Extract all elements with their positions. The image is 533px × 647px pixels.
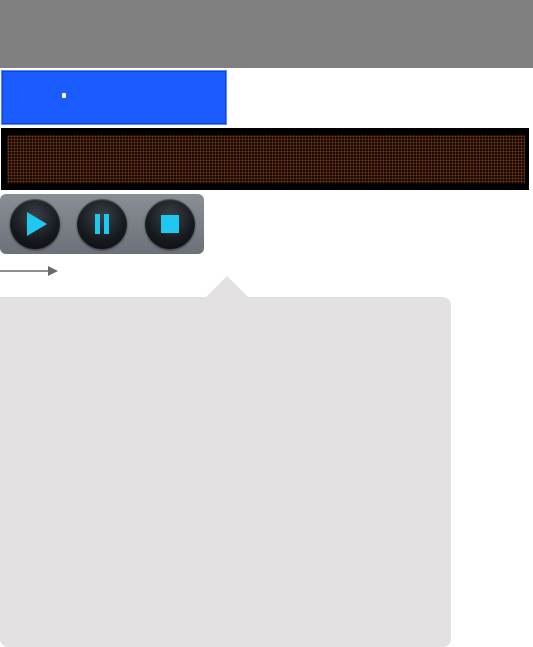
arrow-right-icon	[0, 266, 58, 276]
play-icon	[27, 212, 47, 236]
stop-button[interactable]	[145, 199, 195, 249]
popover-pointer	[205, 276, 249, 298]
app-window	[0, 0, 533, 647]
pause-icon	[95, 214, 109, 234]
selected-panel[interactable]	[1, 70, 227, 125]
popover-panel	[0, 297, 451, 647]
transport-controls	[0, 194, 204, 254]
cursor-marker	[62, 93, 66, 98]
play-button[interactable]	[10, 199, 60, 249]
stop-icon	[161, 215, 179, 233]
title-bar	[0, 0, 533, 68]
led-display	[1, 128, 529, 190]
pause-button[interactable]	[77, 199, 127, 249]
led-matrix	[7, 135, 525, 183]
